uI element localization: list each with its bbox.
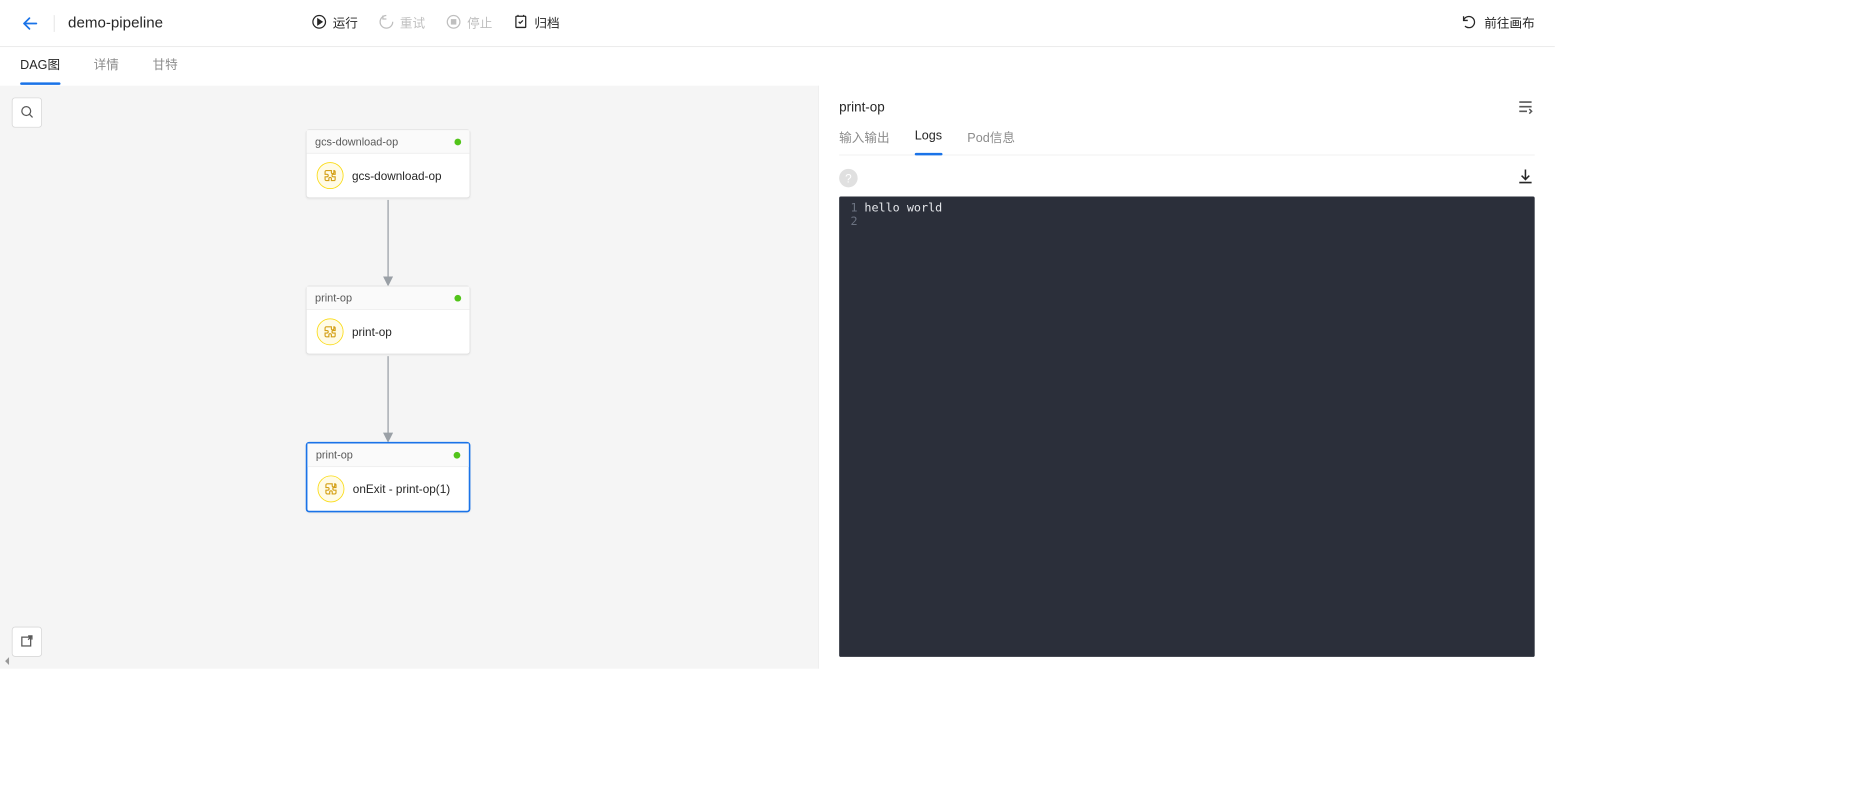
pipeline-title: demo-pipeline: [68, 14, 163, 32]
puzzle-icon: [317, 318, 344, 345]
side-tab-pod[interactable]: Pod信息: [967, 129, 1015, 155]
tab-details[interactable]: 详情: [94, 55, 119, 78]
archive-label: 归档: [534, 14, 559, 32]
dag-canvas[interactable]: gcs-download-op gcs-download-op print-op…: [0, 86, 819, 669]
tab-gantt[interactable]: 甘特: [152, 55, 177, 78]
puzzle-icon: [317, 162, 344, 189]
node-body: gcs-download-op: [307, 154, 470, 198]
status-dot-success-icon: [454, 138, 461, 145]
log-line-content: [864, 215, 1534, 228]
side-tabs: 输入输出 Logs Pod信息: [839, 129, 1535, 156]
stop-button: 停止: [445, 13, 492, 33]
run-label: 运行: [333, 14, 358, 32]
log-line: 2: [839, 215, 1535, 228]
node-body: print-op: [307, 310, 470, 354]
node-body-label: print-op: [352, 325, 392, 338]
fullscreen-icon: [19, 633, 34, 651]
side-panel: print-op 输入输出 Logs Pod信息 ? 1hello world2: [819, 86, 1555, 669]
play-circle-icon: [311, 13, 328, 33]
node-head: print-op: [307, 286, 470, 310]
undo-icon: [1461, 13, 1478, 33]
tab-dag[interactable]: DAG图: [20, 55, 60, 78]
header: demo-pipeline 运行 重试 停止 归档 前往画布: [0, 0, 1555, 47]
search-icon: [19, 104, 34, 122]
canvas-search-button[interactable]: [12, 97, 42, 127]
dag-node-print-op-exit[interactable]: print-op onExit - print-op(1): [306, 442, 471, 513]
node-head: gcs-download-op: [307, 130, 470, 154]
log-line-number: 2: [839, 215, 864, 228]
node-head-label: gcs-download-op: [315, 135, 398, 148]
stop-circle-icon: [445, 13, 462, 33]
side-tab-logs[interactable]: Logs: [915, 129, 942, 155]
question-icon: ?: [845, 171, 852, 184]
dag-node-gcs-download-op[interactable]: gcs-download-op gcs-download-op: [306, 129, 471, 198]
node-body: onExit - print-op(1): [307, 467, 468, 511]
archive-icon: [513, 13, 530, 33]
goto-canvas-label: 前往画布: [1484, 14, 1534, 32]
title-separator: [54, 15, 55, 32]
download-logs-button[interactable]: [1516, 167, 1534, 188]
main: gcs-download-op gcs-download-op print-op…: [0, 86, 1555, 669]
log-line: 1hello world: [839, 202, 1535, 215]
header-left: demo-pipeline 运行 重试 停止 归档: [20, 13, 559, 33]
wrap-toggle-button[interactable]: [1516, 97, 1534, 118]
status-dot-success-icon: [454, 452, 461, 459]
retry-button: 重试: [378, 13, 425, 33]
side-head: print-op: [839, 97, 1535, 118]
run-button[interactable]: 运行: [311, 13, 358, 33]
collapse-handle[interactable]: [2, 655, 14, 667]
back-button[interactable]: [20, 13, 40, 33]
goto-canvas-button[interactable]: 前往画布: [1461, 13, 1535, 33]
log-line-number: 1: [839, 202, 864, 215]
canvas-fullscreen-button[interactable]: [12, 627, 42, 657]
status-dot-success-icon: [454, 294, 461, 301]
side-title: print-op: [839, 100, 885, 115]
help-button[interactable]: ?: [839, 168, 857, 186]
log-line-content: hello world: [864, 202, 1534, 215]
retry-icon: [378, 13, 395, 33]
node-head: print-op: [307, 444, 468, 468]
node-body-label: onExit - print-op(1): [353, 482, 450, 495]
log-output[interactable]: 1hello world2: [839, 197, 1535, 657]
archive-button[interactable]: 归档: [513, 13, 560, 33]
node-body-label: gcs-download-op: [352, 169, 442, 182]
retry-label: 重试: [400, 14, 425, 32]
download-icon: [1516, 175, 1534, 188]
chevron-left-icon: [2, 656, 14, 669]
log-toolbar: ?: [839, 167, 1535, 188]
puzzle-icon: [318, 475, 345, 502]
wrap-icon: [1516, 105, 1534, 118]
header-actions: 运行 重试 停止 归档: [311, 13, 560, 33]
main-tabs: DAG图 详情 甘特: [0, 47, 1555, 86]
stop-label: 停止: [467, 14, 492, 32]
node-head-label: print-op: [316, 449, 353, 462]
side-tab-io[interactable]: 输入输出: [839, 129, 889, 155]
dag-node-print-op[interactable]: print-op print-op: [306, 286, 471, 355]
node-head-label: print-op: [315, 291, 352, 304]
